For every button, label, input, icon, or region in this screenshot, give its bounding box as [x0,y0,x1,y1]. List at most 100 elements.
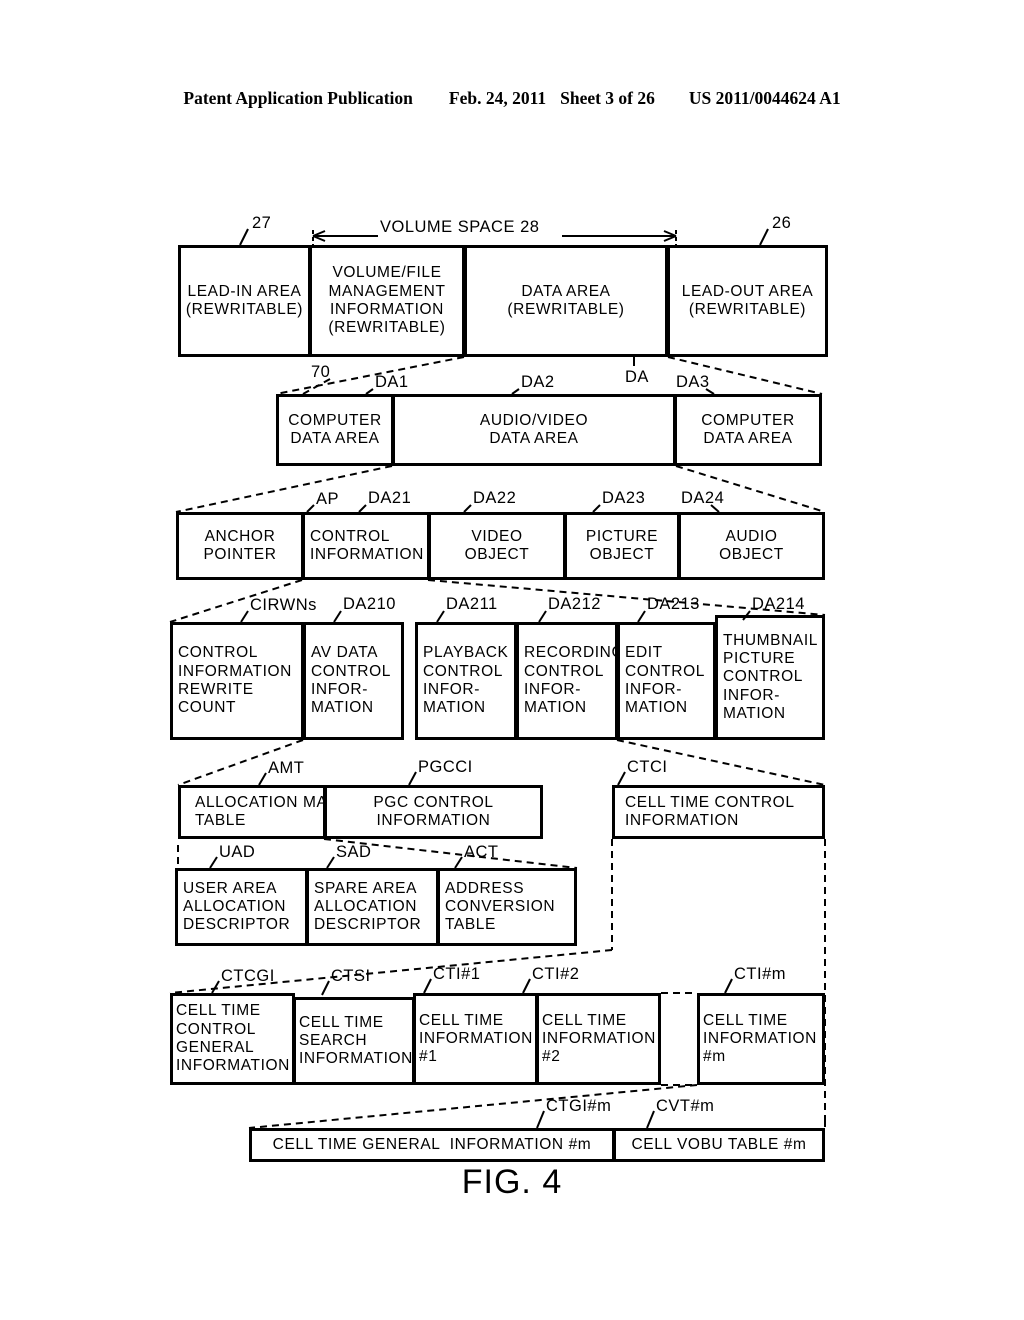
box-computer-data-area-2[interactable]: COMPUTER DATA AREA [674,394,822,466]
leader-cti1 [423,978,432,994]
leader-da210 [333,610,342,623]
box-picture-object[interactable]: PICTURE OBJECT [564,512,680,580]
box-cell-time-information-1[interactable]: CELL TIME INFORMATION #1 [413,993,538,1085]
box-recording-control-information[interactable]: RECORDING CONTROL INFOR- MATION [516,622,624,740]
box-line: CONTROL [524,662,604,680]
leader-uad [209,856,218,869]
expand-data-area-left [275,356,465,395]
box-audio-object[interactable]: AUDIO OBJECT [678,512,825,580]
box-line: DATA AREA [521,282,611,300]
box-cell-time-control-information[interactable]: CELL TIME CONTROL INFORMATION [612,785,825,839]
box-anchor-pointer[interactable]: ANCHOR POINTER [176,512,304,580]
leader-ctcgi [211,980,220,994]
ref-da23: DA23 [602,489,646,507]
box-line: MATION [423,699,486,717]
expand-row2-left [175,465,393,513]
box-line: OBJECT [464,546,530,563]
box-line: INFOR- [524,681,581,698]
box-line: INFORMATION [310,546,424,563]
box-control-information-rewrite-count[interactable]: CONTROL INFORMATION REWRITE COUNT [170,622,304,740]
box-line: ANCHOR [204,527,276,545]
box-line: POINTER [203,546,277,563]
leader-ctsi [321,980,330,996]
box-line: MANAGEMENT [328,282,446,300]
box-address-conversion-table[interactable]: ADDRESS CONVERSION TABLE [437,868,577,946]
box-video-object[interactable]: VIDEO OBJECT [428,512,566,580]
box-line: COMPUTER [288,411,382,429]
box-data-area[interactable]: DATA AREA (REWRITABLE) [464,245,668,357]
box-line: EDIT [625,644,663,662]
box-line: INFORMATION [542,1029,656,1047]
ref-70: 70 [311,363,331,381]
box-line: TABLE [195,812,246,829]
ref-da212: DA212 [548,595,601,613]
leader-da22 [463,504,472,513]
box-thumbnail-picture-control-information[interactable]: THUMBNAIL PICTURE CONTROL INFOR- MATION [715,615,825,740]
box-line: PGC CONTROL [373,793,494,811]
box-cell-time-control-general-information[interactable]: CELL TIME CONTROL GENERAL INFORMATION [170,993,295,1085]
box-line: (REWRITABLE) [507,301,625,318]
ref-da3: DA3 [676,373,710,391]
box-line: AUDIO/VIDEO [479,411,589,429]
box-edit-control-information[interactable]: EDIT CONTROL INFOR- MATION [617,622,716,740]
box-line: CONTROL [723,668,803,686]
box-audio-video-data-area[interactable]: AUDIO/VIDEO DATA AREA [392,394,676,466]
box-line: CELL TIME CONTROL [625,793,795,811]
box-user-area-allocation-descriptor[interactable]: USER AREA ALLOCATION DESCRIPTOR [175,868,308,946]
box-line: ALLOCATION MAP [195,793,339,811]
expand-row7-left [248,1084,698,1129]
box-lead-out-area[interactable]: LEAD-OUT AREA (REWRITABLE) [667,245,828,357]
box-line: INFORMATION [176,1057,290,1075]
box-line: GENERAL [176,1039,255,1056]
volspace-arrowhead-left [312,230,326,242]
ref-sad: SAD [336,843,372,861]
ref-cirwns: CIRWNs [250,596,317,614]
volume-space-label: VOLUME SPACE 28 [380,218,540,236]
leader-amt [258,772,267,786]
leader-da211 [436,610,445,623]
box-cell-time-information-2[interactable]: CELL TIME INFORMATION #2 [536,993,661,1085]
box-line: DESCRIPTOR [183,916,291,934]
ref-da210: DA210 [343,595,396,613]
box-line: CONTROL [178,644,258,662]
box-line: OBJECT [589,546,655,563]
box-line: DATA AREA [703,430,793,447]
box-line: INFOR- [625,681,682,698]
box-cell-vobu-table-m[interactable]: CELL VOBU TABLE #m [613,1128,825,1162]
box-line: SPARE AREA [314,879,418,897]
box-lead-in-area[interactable]: LEAD-IN AREA (REWRITABLE) [178,245,311,357]
ref-ctsi: CTSI [331,967,371,985]
box-volume-file-management-information[interactable]: VOLUME/FILE MANAGEMENT INFORMATION (REWR… [309,245,465,357]
box-line: INFORMATION [299,1050,413,1068]
ref-da2: DA2 [521,373,555,391]
box-line: INFOR- [423,681,480,698]
box-allocation-map-table[interactable]: ALLOCATION MAP TABLE [178,785,338,839]
box-cell-time-general-information-m[interactable]: CELL TIME GENERAL INFORMATION #m [249,1128,615,1162]
box-line: LEAD-IN AREA [187,282,302,300]
box-playback-control-information[interactable]: PLAYBACK CONTROL INFOR- MATION [415,622,517,740]
box-line: CELL TIME [542,1011,627,1029]
box-av-data-control-information[interactable]: AV DATA CONTROL INFOR- MATION [303,622,404,740]
box-line: PICTURE [585,527,659,545]
figure-4-diagram: 27 26 VOLUME SPACE 28 70 DA1 DA2 DA DA3 … [0,0,1024,1320]
box-cell-time-information-m[interactable]: CELL TIME INFORMATION #m [697,993,825,1085]
ref-27: 27 [252,214,272,232]
box-control-information[interactable]: CONTROL INFORMATION [302,512,430,580]
ref-cti1: CTI#1 [433,965,481,983]
box-computer-data-area-1[interactable]: COMPUTER DATA AREA [276,394,394,466]
box-line: #1 [419,1048,438,1066]
box-cell-time-search-information[interactable]: CELL TIME SEARCH INFORMATION [293,997,415,1085]
box-line: CELL TIME [703,1011,788,1029]
box-line: DATA AREA [290,430,380,447]
ref-ap: AP [316,490,340,508]
box-pgc-control-information[interactable]: PGC CONTROL INFORMATION [324,785,543,839]
leader-cti2 [522,978,531,994]
box-line: CONTROL [311,662,391,680]
box-line: AUDIO [725,527,778,545]
box-line: CONTROL [310,527,390,545]
box-line: DESCRIPTOR [314,916,422,934]
box-spare-area-allocation-descriptor[interactable]: SPARE AREA ALLOCATION DESCRIPTOR [306,868,439,946]
box-line: RECORDING [524,644,625,662]
box-line: (REWRITABLE) [688,301,807,318]
box-line: VOLUME/FILE [332,264,442,282]
